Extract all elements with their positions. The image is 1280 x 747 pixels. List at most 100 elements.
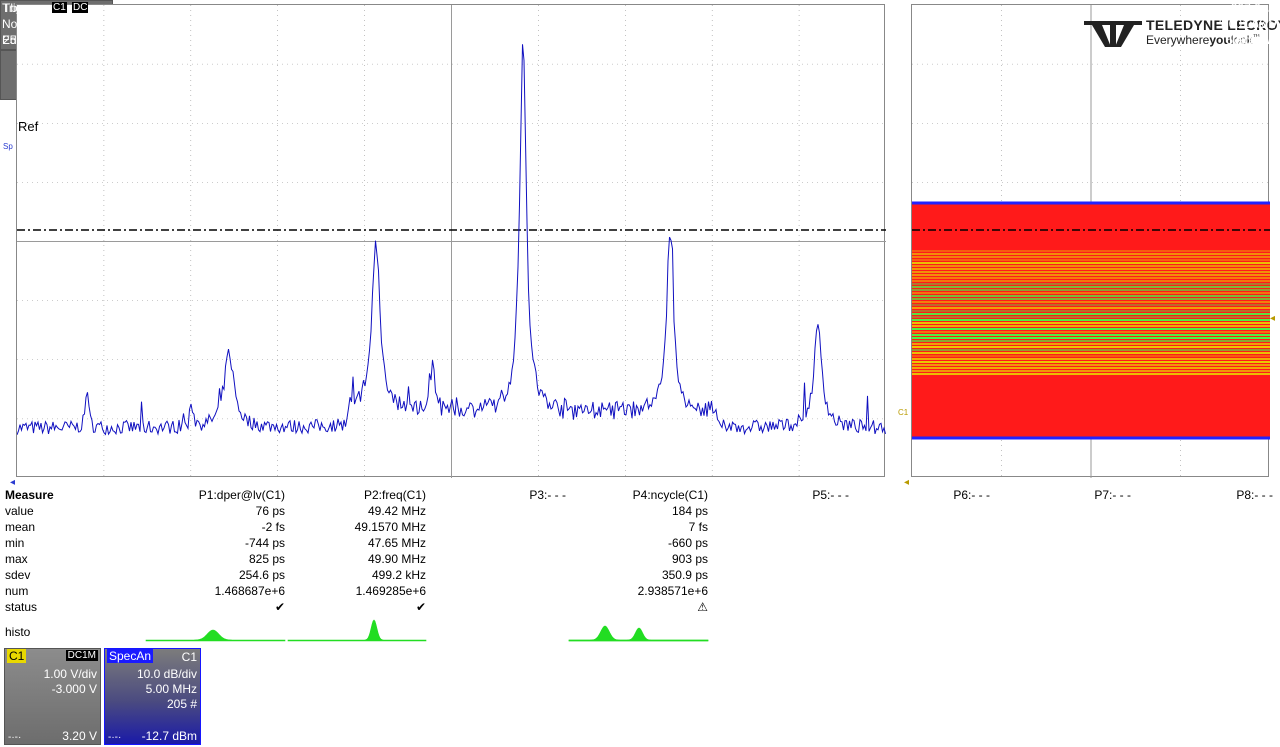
persistence-stripe xyxy=(912,361,1270,363)
specan-level: -12.7 dBm xyxy=(141,729,197,743)
specan-count: 205 # xyxy=(166,697,197,711)
persistence-stripe xyxy=(912,349,1270,351)
persistence-stripe xyxy=(912,286,1270,288)
c1-vdiv: 1.00 V/div xyxy=(43,667,97,681)
param-value-p2-max: 49.90 MHz xyxy=(367,552,426,566)
persistence-stripe xyxy=(912,283,1270,285)
tbase-delay: -207.0 µs xyxy=(1226,1,1277,15)
persistence-stripe xyxy=(912,277,1270,279)
persistence-stripe xyxy=(912,334,1270,336)
persistence-stripe xyxy=(912,358,1270,360)
param-value-p4-sdev: 350.9 ps xyxy=(661,568,708,582)
trigger-level: 1.66 V xyxy=(1242,17,1277,31)
param-value-p1-num: 1.468687e+6 xyxy=(214,584,285,598)
param-value-p2-value: 49.42 MHz xyxy=(367,504,426,518)
lecroy-logo-icon xyxy=(1084,21,1142,47)
c1-trace-marker: C1 xyxy=(898,408,909,417)
histogram-p1 xyxy=(145,629,286,642)
channel-c1-descriptor[interactable]: C1 DC1M 1.00 V/div -3.000 V -·-· 3.20 V xyxy=(4,648,101,745)
trigger-coupling: DC xyxy=(72,2,89,13)
specan-ref-glyph: -·-· xyxy=(108,732,122,743)
persistence-stripe xyxy=(912,265,1270,267)
left-arrow-icon: ◂ xyxy=(10,477,16,488)
persistence-stripe xyxy=(912,373,1270,375)
persistence-stripe xyxy=(912,322,1270,324)
c1-level: 3.20 V xyxy=(62,729,97,743)
param-value-p2-num: 1.469285e+6 xyxy=(355,584,426,598)
persistence-stripe xyxy=(912,292,1270,294)
spectrum-plot xyxy=(17,5,886,478)
persistence-stripe xyxy=(912,280,1270,282)
param-header-p2[interactable]: P2:freq(C1) xyxy=(364,488,426,502)
param-value-p2-mean: 49.1570 MHz xyxy=(354,520,426,534)
measure-row-label-max: max xyxy=(5,552,28,566)
trigger-source: C1 xyxy=(52,2,67,13)
persistence-stripe xyxy=(912,337,1270,339)
persistence-stripe xyxy=(912,343,1270,345)
trigger-label: Trigger xyxy=(2,1,40,15)
param-header-p8[interactable]: P8:- - - xyxy=(1236,488,1273,502)
trigger-type: Edge xyxy=(2,33,31,47)
persistence-stripe xyxy=(912,256,1270,258)
param-value-p2-sdev: 499.2 kHz xyxy=(371,568,426,582)
persistence-stripe xyxy=(912,253,1270,255)
param-value-p1-sdev: 254.6 ps xyxy=(238,568,285,582)
histogram-p2 xyxy=(287,619,427,642)
persistence-stripe xyxy=(912,259,1270,261)
persistence-stripe xyxy=(912,250,1270,252)
sp-trace-marker: Sp xyxy=(3,142,13,151)
persistence-stripe xyxy=(912,298,1270,300)
persistence-stripe xyxy=(912,340,1270,342)
param-header-p5[interactable]: P5:- - - xyxy=(812,488,849,502)
persistence-stripe xyxy=(912,319,1270,321)
persistence-stripe xyxy=(912,268,1270,270)
spectrum-grid[interactable] xyxy=(16,4,886,478)
persistence-stripe xyxy=(912,262,1270,264)
ref-label: Ref xyxy=(18,119,39,134)
measure-row-label-status: status xyxy=(5,600,38,614)
c1-coupling-badge: DC1M xyxy=(65,650,98,661)
persistence-stripe xyxy=(912,274,1270,276)
persistence-stripe xyxy=(912,352,1270,354)
persistence-stripe xyxy=(912,364,1270,366)
persistence-stripe xyxy=(912,289,1270,291)
persistence-stripe xyxy=(912,316,1270,318)
trigger-mode: Normal xyxy=(2,17,41,31)
measure-title: Measure xyxy=(5,488,54,502)
param-value-p1-max: 825 ps xyxy=(248,552,285,566)
param-value-p1-min: -744 ps xyxy=(244,536,285,550)
param-value-p4-num: 2.938571e+6 xyxy=(637,584,708,598)
persistence-stripe xyxy=(912,313,1270,315)
measure-row-label-mean: mean xyxy=(5,520,36,534)
persistence-stripe xyxy=(912,304,1270,306)
persistence-stripe xyxy=(912,328,1270,330)
persistence-stripe xyxy=(912,310,1270,312)
param-header-p4[interactable]: P4:ncycle(C1) xyxy=(633,488,708,502)
param-status-p4: ⚠ xyxy=(697,600,708,614)
measure-row-label-value: value xyxy=(5,504,34,518)
param-header-p6[interactable]: P6:- - - xyxy=(953,488,990,502)
persistence-stripe xyxy=(912,325,1270,327)
param-header-p3[interactable]: P3:- - - xyxy=(529,488,566,502)
param-value-p4-max: 903 ps xyxy=(671,552,708,566)
persistence-stripe xyxy=(912,331,1270,333)
persistence-stripe xyxy=(912,271,1270,273)
specan-badge: SpecAn xyxy=(107,649,154,663)
specan-source: C1 xyxy=(181,650,197,664)
param-header-p7[interactable]: P7:- - - xyxy=(1094,488,1131,502)
persistence-stripe xyxy=(912,370,1270,372)
trigger-slope: Positive xyxy=(1235,33,1278,47)
persistence-stripe xyxy=(912,307,1270,309)
c1-arrow-icon: ◂ xyxy=(904,477,910,488)
persistence-grid[interactable] xyxy=(911,4,1270,478)
param-value-p1-mean: -2 fs xyxy=(261,520,285,534)
specan-descriptor[interactable]: SpecAn C1 10.0 dB/div 5.00 MHz 205 # -·-… xyxy=(104,648,201,745)
measure-row-label-sdev: sdev xyxy=(5,568,31,582)
param-status-p2: ✔ xyxy=(415,600,426,614)
param-header-p1[interactable]: P1:dper@lv(C1) xyxy=(199,488,285,502)
persistence-stripe xyxy=(912,355,1270,357)
measure-row-label-min: min xyxy=(5,536,25,550)
c1-ref-glyph: -·-· xyxy=(8,732,22,743)
persistence-stripe xyxy=(912,367,1270,369)
param-value-p1-value: 76 ps xyxy=(255,504,285,518)
